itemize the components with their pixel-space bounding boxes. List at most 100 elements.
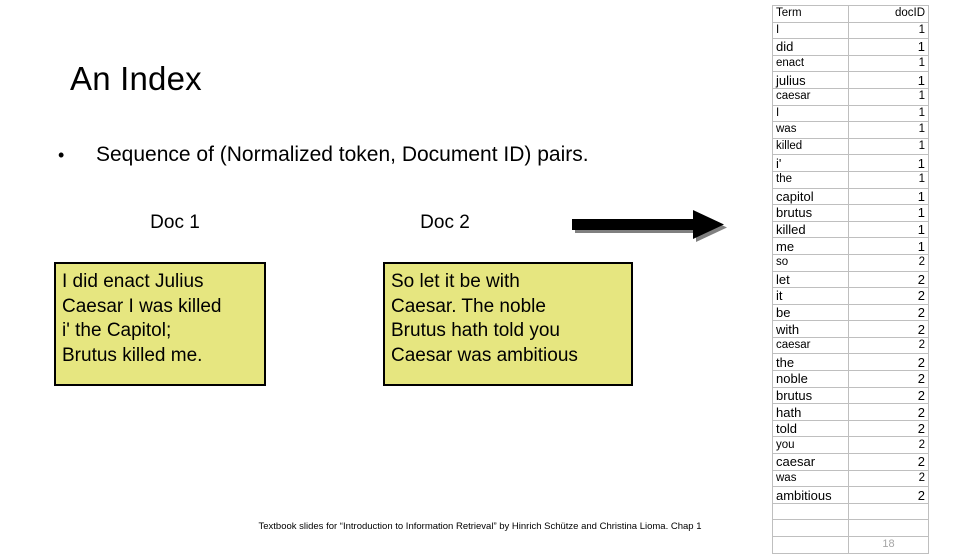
table-header-row: Term docID [772, 5, 929, 23]
cell-term: killed [772, 137, 849, 156]
doc2-textbox: So let it be with Caesar. The noble Brut… [383, 262, 633, 386]
cell-term: let [772, 270, 849, 289]
cell-term: be [772, 303, 849, 322]
index-table: Term docID I 1 did 1 enact 1 julius 1 caesar 1 I 1 w… [772, 5, 929, 554]
table-row: told 2 [772, 419, 929, 438]
cell-term: enact [772, 54, 849, 73]
cell-term: caesar [772, 87, 849, 106]
cell-docid: 1 [848, 21, 929, 40]
table-row: enact 1 [772, 54, 929, 73]
cell-term: the [772, 353, 849, 372]
table-row-pagenumber: 18 [772, 536, 929, 554]
cell-docid: 2 [848, 469, 929, 488]
table-row: I1 [772, 21, 929, 40]
doc2-line: Brutus hath told you [391, 320, 560, 341]
table-row: you 2 [772, 436, 929, 455]
page-title: An Index [70, 60, 202, 97]
table-row: the 2 [772, 353, 929, 372]
cell-term: so [772, 253, 849, 272]
bullet-marker-icon: • [58, 145, 65, 165]
doc1-textbox: I did enact Julius Caesar I was killed i… [54, 262, 266, 386]
table-row: be 2 [772, 303, 929, 322]
cell-term: did [772, 38, 849, 56]
cell-term: hath [772, 403, 849, 421]
cell-docid: 2 [848, 486, 929, 504]
cell-term: the [772, 170, 849, 189]
doc1-label: Doc 1 [150, 212, 200, 233]
table-row: did 1 [772, 38, 929, 56]
cell-term: was [772, 469, 849, 488]
cell-term: caesar [772, 453, 849, 471]
cell-term: with [772, 320, 849, 338]
cell-docid: 1 [848, 204, 929, 222]
table-row: so 2 [772, 253, 929, 272]
cell-docid: 2 [848, 419, 929, 438]
table-row-empty [772, 502, 929, 521]
cell-docid: 2 [848, 353, 929, 372]
table-row: caesar 1 [772, 87, 929, 106]
table-row: me 1 [772, 237, 929, 255]
column-header-docid: docID [848, 5, 929, 23]
doc1-line: I did enact Julius [62, 271, 204, 292]
cell-term: I [772, 21, 849, 40]
cell-term: julius [772, 71, 849, 89]
cell-docid: 1 [848, 220, 929, 239]
cell-docid: 2 [848, 403, 929, 421]
cell-term: ambitious [772, 486, 849, 504]
table-row: caesar 2 [772, 336, 929, 355]
table-row: i' 1 [772, 154, 929, 172]
table-row: brutus 2 [772, 386, 929, 405]
cell-docid: 2 [848, 436, 929, 455]
table-row: killed 1 [772, 137, 929, 156]
cell-docid: 1 [848, 71, 929, 89]
cell-empty [772, 536, 849, 554]
table-row: killed 1 [772, 220, 929, 239]
table-row: was 2 [772, 469, 929, 488]
cell-docid: 2 [848, 287, 929, 305]
footer-attribution: Textbook slides for “Introduction to Inf… [258, 521, 702, 532]
cell-docid: 1 [848, 170, 929, 189]
cell-term: you [772, 436, 849, 455]
column-header-term: Term [772, 5, 849, 23]
cell-docid: 2 [848, 386, 929, 405]
doc2-line: So let it be with [391, 271, 520, 292]
table-row: with 2 [772, 320, 929, 338]
table-row: capitol 1 [772, 187, 929, 206]
table-row: the 1 [772, 170, 929, 189]
bullet-list-item: • Sequence of (Normalized token, Documen… [58, 142, 589, 168]
doc2-line: Caesar was ambitious [391, 344, 578, 366]
table-row: I1 [772, 104, 929, 123]
doc1-line: i' the Capitol; [62, 320, 172, 341]
cell-docid: 2 [848, 453, 929, 471]
cell-docid: 1 [848, 38, 929, 56]
cell-term: caesar [772, 336, 849, 355]
index-table-body: I 1 did 1 enact 1 julius 1 caesar 1 I 1 was 1 killed 1 i… [772, 21, 929, 554]
doc2-line: Caesar. The noble [391, 295, 546, 317]
right-arrow-icon [572, 210, 727, 242]
cell-term: me [772, 237, 849, 255]
cell-term: capitol [772, 187, 849, 206]
doc1-line: Brutus killed me. [62, 344, 203, 366]
cell-term: brutus [772, 204, 849, 222]
cell-docid: 1 [848, 54, 929, 73]
cell-docid: 2 [848, 253, 929, 272]
cell-docid: 2 [848, 336, 929, 355]
table-row: it 2 [772, 287, 929, 305]
cell-docid: 1 [848, 237, 929, 255]
table-row: noble 2 [772, 370, 929, 388]
cell-term: noble [772, 370, 849, 388]
cell-term: was [772, 121, 849, 139]
cell-docid: 2 [848, 270, 929, 289]
cell-term: i' [772, 154, 849, 172]
cell-docid: 1 [848, 137, 929, 156]
table-row: let 2 [772, 270, 929, 289]
table-row: caesar 2 [772, 453, 929, 471]
cell-term: told [772, 419, 849, 438]
table-row: julius 1 [772, 71, 929, 89]
cell-docid: 2 [848, 303, 929, 322]
table-row: ambitious 2 [772, 486, 929, 504]
cell-docid: 2 [848, 370, 929, 388]
cell-docid: 1 [848, 104, 929, 123]
cell-empty [848, 502, 929, 521]
cell-term: killed [772, 220, 849, 239]
